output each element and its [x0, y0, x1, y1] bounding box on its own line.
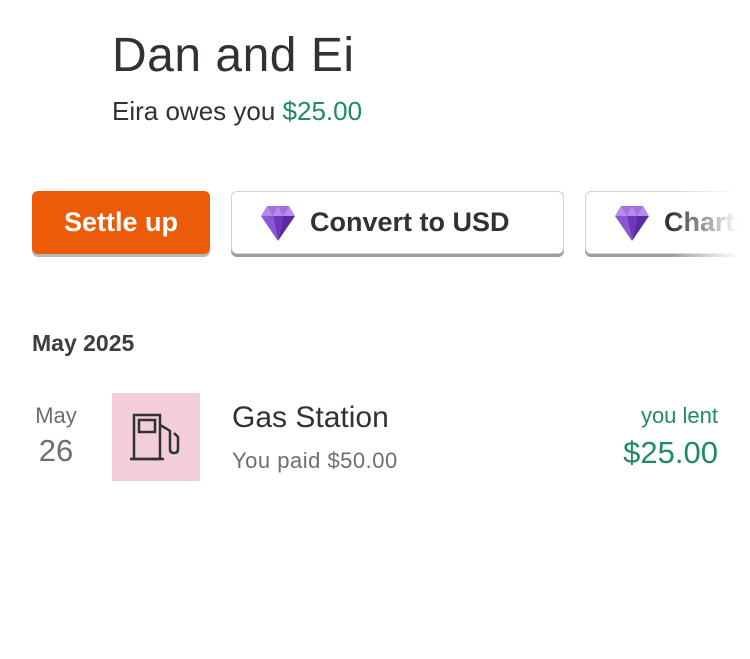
settle-up-button[interactable]: Settle up	[32, 191, 210, 254]
convert-currency-label: Convert to USD	[310, 207, 510, 237]
gem-icon	[261, 205, 295, 241]
balance-text: Eira owes you	[112, 96, 283, 126]
gas-pump-icon	[130, 413, 180, 461]
charts-button[interactable]: Charts	[585, 191, 750, 254]
expense-paid-summary: You paid $50.00	[232, 448, 398, 473]
expense-name: Gas Station	[232, 401, 389, 434]
charts-label: Charts	[664, 207, 750, 237]
balance-amount: $25.00	[282, 96, 363, 126]
settle-up-label: Settle up	[63, 207, 178, 237]
lent-amount: $25.00	[623, 435, 718, 470]
balance-summary: Eira owes you $25.00	[112, 94, 362, 128]
action-button-row[interactable]: Settle up Convert to USD Charts	[32, 191, 750, 261]
expense-date-month: May	[35, 403, 77, 428]
expense-row[interactable]: May 26 Gas Station You paid $50.00 you l…	[0, 393, 750, 481]
convert-currency-button[interactable]: Convert to USD	[231, 191, 564, 254]
group-title: Dan and Ei	[112, 29, 355, 82]
lent-status-label: you lent	[640, 403, 718, 428]
month-header: May 2025	[32, 330, 135, 356]
category-tile	[112, 393, 200, 481]
expense-date-day: 26	[38, 433, 74, 468]
group-detail-page: Dan and Ei Eira owes you $25.00 Settle u…	[0, 0, 750, 659]
gem-icon	[615, 205, 649, 241]
